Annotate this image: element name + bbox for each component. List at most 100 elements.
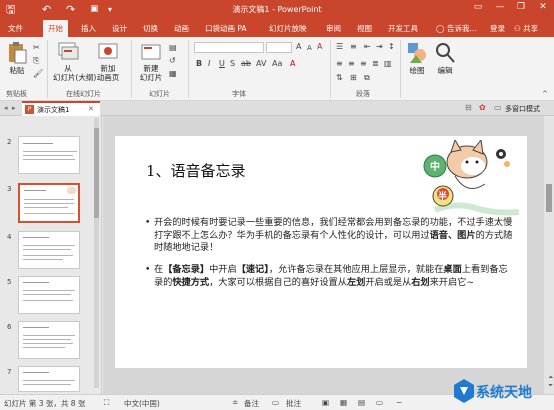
notes-button[interactable]: 备注 <box>244 398 259 409</box>
scroll-right-icon[interactable]: ▸ <box>12 104 16 112</box>
online-slides-group-label: 在线幻灯片 <box>66 90 101 98</box>
thumbnail-scroll-thumb[interactable] <box>94 128 99 218</box>
slide-thumbnail-selected[interactable] <box>18 183 80 223</box>
format-painter-icon[interactable]: 🖌 <box>33 69 43 79</box>
align-right-icon[interactable]: ≡ <box>360 59 367 69</box>
scroll-left-icon[interactable]: ◂ <box>4 104 8 112</box>
new-add-animation-page-button[interactable]: 新加 动画页 <box>93 41 123 82</box>
new-slide-button[interactable]: 新建 幻灯片 <box>137 41 165 82</box>
slide-sorter-icon[interactable]: ▦ <box>340 398 347 407</box>
sign-in-link[interactable]: 登录 <box>490 23 505 34</box>
group-divider <box>188 40 189 98</box>
new-slide-from-outline-button[interactable]: 从 幻灯片(大纲) <box>53 41 96 82</box>
restore-button[interactable]: ❐ <box>513 2 529 12</box>
multi-window-toggle[interactable]: 多窗口模式 <box>505 104 540 114</box>
ribbon-display-options-button[interactable]: ▭ <box>470 2 486 12</box>
slide-thumbnail[interactable] <box>18 321 80 359</box>
font-color-icon[interactable]: A <box>290 59 295 69</box>
character-spacing-icon[interactable]: AV <box>256 59 266 69</box>
tab-insert[interactable]: 插入 <box>81 23 96 34</box>
columns-icon[interactable]: ▥ <box>384 59 392 69</box>
section-icon[interactable]: ▦ <box>169 69 177 79</box>
outline-slides-icon <box>58 42 79 60</box>
shadow-icon[interactable]: S <box>230 59 235 69</box>
slide-canvas[interactable]: 1、语音备忘录 • 开会的时候有时要记录一些重要的信息，我们经常都会用到备忘录的… <box>115 136 527 368</box>
slide-thumbnail[interactable] <box>18 276 80 314</box>
reset-icon[interactable]: ↺ <box>169 56 176 66</box>
close-button[interactable]: ✕ <box>535 2 551 12</box>
tab-animations[interactable]: 动画 <box>174 23 189 34</box>
numbering-icon[interactable]: ≡ <box>350 42 357 52</box>
bullet-dot: • <box>145 264 151 275</box>
slide-thumbnail-pane: 2 3 4 5 6 7 <box>0 116 102 394</box>
editor-scrollbar[interactable] <box>544 116 554 394</box>
tab-file[interactable]: 文件 <box>8 23 23 34</box>
normal-view-icon[interactable]: ▣ <box>322 398 329 407</box>
bullet2-bold-run: 桌面 <box>443 264 462 275</box>
slide-thumbnail[interactable] <box>18 366 80 392</box>
thumbnail-number: 5 <box>7 278 12 286</box>
bullet2-bold-run: 快捷方式 <box>172 276 210 288</box>
editor-scroll-thumb[interactable] <box>546 184 552 212</box>
strikethrough-icon[interactable]: ab <box>241 59 251 69</box>
tab-review[interactable]: 审阅 <box>326 23 341 34</box>
bullets-icon[interactable]: ☰ <box>336 42 343 52</box>
document-tab[interactable]: P 演示文稿1 ✕ <box>22 101 100 116</box>
align-left-icon[interactable]: ≡ <box>336 59 343 69</box>
font-size-combo[interactable] <box>266 42 292 53</box>
tab-transitions[interactable]: 切换 <box>143 23 158 34</box>
tab-home[interactable]: 开始 <box>43 20 68 37</box>
change-case-icon[interactable]: Aa <box>272 59 282 69</box>
collapse-ribbon-icon[interactable]: ^ <box>542 89 548 99</box>
drawing-button[interactable]: 绘图 <box>404 41 430 75</box>
minimize-button[interactable]: — <box>492 2 508 12</box>
multi-window-icon[interactable]: ▭ <box>494 103 502 112</box>
settings-icon[interactable]: ✿ <box>479 103 486 112</box>
font-name-combo[interactable] <box>194 42 264 53</box>
decrease-indent-icon[interactable]: ⇤ <box>364 42 371 52</box>
bullet2-run: 来开启它~ <box>429 276 475 288</box>
tab-pocket-animation[interactable]: 口袋动画 PA <box>205 23 247 34</box>
cut-icon[interactable]: ✂ <box>33 43 40 53</box>
new-add-line2: 动画页 <box>96 73 120 82</box>
increase-font-icon[interactable]: A <box>296 42 301 52</box>
thumbnail-number: 3 <box>7 185 12 193</box>
reading-view-icon[interactable]: ▤ <box>358 398 365 407</box>
slideshow-view-icon[interactable]: ▭ <box>376 398 383 407</box>
spell-check-icon[interactable]: ⛶ <box>104 398 109 408</box>
justify-icon[interactable]: ≣ <box>372 59 379 69</box>
tab-developer[interactable]: 开发工具 <box>388 23 418 34</box>
slide-thumbnail[interactable] <box>18 136 80 174</box>
tell-me-box[interactable]: 告诉我... <box>447 23 477 34</box>
bold-icon[interactable]: B <box>196 59 202 69</box>
share-button[interactable]: ⚇ 共享 <box>514 23 538 34</box>
align-text-icon[interactable]: ⊞ <box>350 73 357 83</box>
tab-view[interactable]: 视图 <box>357 23 372 34</box>
copy-icon[interactable]: ⎘ <box>33 56 39 66</box>
clear-format-icon[interactable]: A <box>317 42 322 52</box>
decrease-font-icon[interactable]: A <box>307 43 312 53</box>
bullet-paragraph-2[interactable]: • 在【备忘录】中开启【速记】，允许备忘录在其他应用上层显示，就能在桌面上看到备… <box>145 264 515 289</box>
language-indicator[interactable]: 中文(中国) <box>124 398 160 409</box>
line-spacing-icon[interactable]: ↕ <box>388 42 395 52</box>
italic-icon[interactable]: I <box>208 59 210 69</box>
paste-button[interactable]: 粘贴 <box>5 41 29 75</box>
tab-menu-icon[interactable]: ⊟ <box>465 103 472 112</box>
editing-button[interactable]: 编辑 <box>432 41 458 75</box>
document-tab-close[interactable]: ✕ <box>88 105 94 113</box>
text-direction-icon[interactable]: ⇅ <box>336 73 343 83</box>
zoom-out-icon[interactable]: − <box>396 398 402 407</box>
increase-indent-icon[interactable]: ⇥ <box>376 42 383 52</box>
slide-title[interactable]: 1、语音备忘录 <box>146 160 246 181</box>
underline-icon[interactable]: U <box>219 59 225 69</box>
comments-button[interactable]: 批注 <box>286 398 301 409</box>
layout-icon[interactable]: ▤ <box>169 43 177 53</box>
tab-design[interactable]: 设计 <box>112 23 127 34</box>
slide-thumbnail[interactable] <box>18 231 80 269</box>
group-divider <box>330 40 331 98</box>
thumbnail-scrollbar[interactable] <box>94 118 99 388</box>
tab-slideshow[interactable]: 幻灯片放映 <box>269 23 307 34</box>
align-center-icon[interactable]: ≡ <box>348 59 355 69</box>
smartart-icon[interactable]: ⧉ <box>364 73 370 83</box>
bullet-paragraph-1[interactable]: • 开会的时候有时要记录一些重要的信息，我们经常都会用到备忘录的功能，不过手速太… <box>145 217 515 255</box>
